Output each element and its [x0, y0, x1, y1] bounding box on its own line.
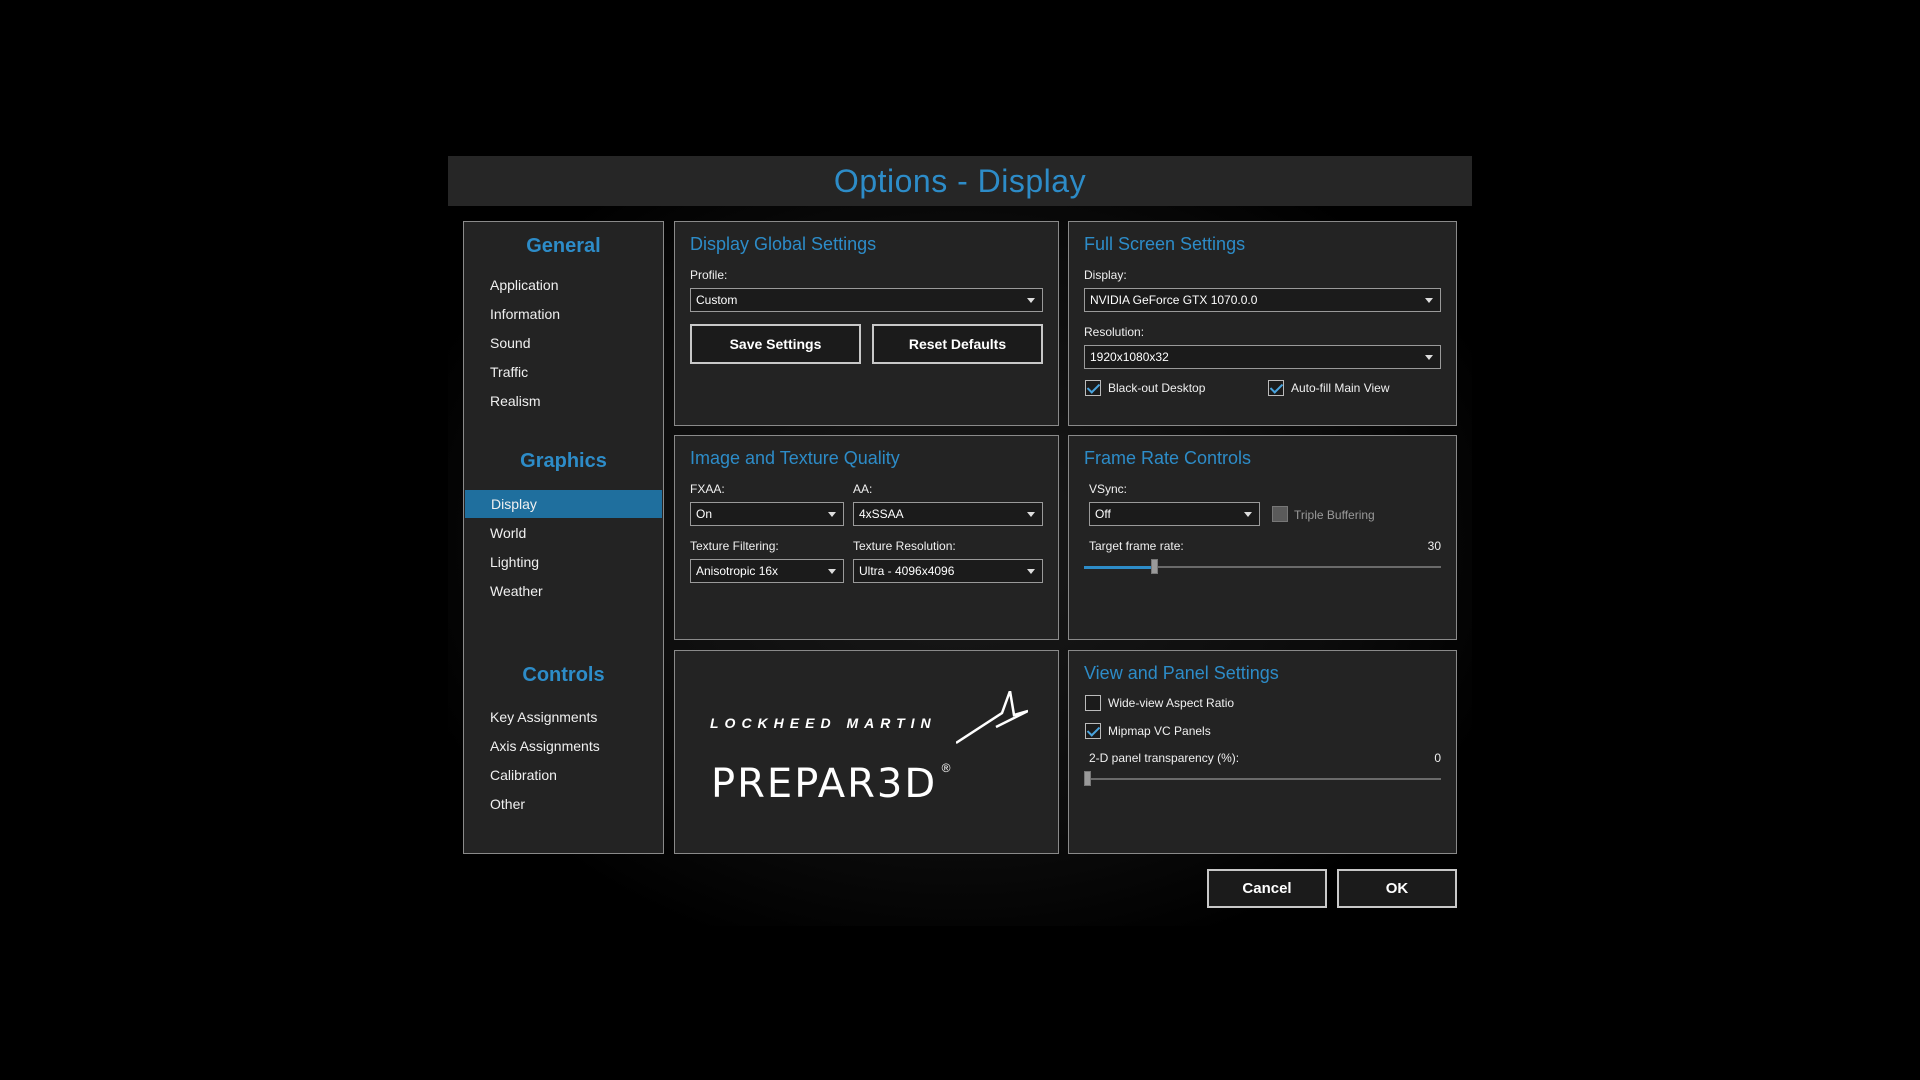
- mipmap-vc-panels-checkbox[interactable]: [1085, 723, 1101, 739]
- sidebar-item-sound[interactable]: Sound: [464, 329, 663, 357]
- chevron-down-icon: [1027, 512, 1035, 517]
- vsync-value: Off: [1095, 507, 1111, 521]
- logo-panel: LOCKHEED MARTIN PREPAR3D ®: [674, 650, 1059, 854]
- texture-filtering-value: Anisotropic 16x: [696, 564, 779, 578]
- frame-rate-panel: Frame Rate Controls VSync: Off Triple Bu…: [1068, 435, 1457, 640]
- save-settings-button[interactable]: Save Settings: [690, 324, 861, 364]
- sidebar-item-weather[interactable]: Weather: [464, 577, 663, 605]
- sidebar-item-key-assignments[interactable]: Key Assignments: [464, 703, 663, 731]
- sidebar-item-world[interactable]: World: [464, 519, 663, 547]
- panel-transparency-track: [1084, 778, 1441, 780]
- target-frame-rate-label: Target frame rate:: [1089, 539, 1184, 553]
- chevron-down-icon: [1027, 298, 1035, 303]
- aa-select[interactable]: 4xSSAA: [853, 502, 1043, 526]
- profile-select[interactable]: Custom: [690, 288, 1043, 312]
- sidebar-item-lighting[interactable]: Lighting: [464, 548, 663, 576]
- panel-title: Image and Texture Quality: [690, 448, 900, 468]
- display-label: Display:: [1084, 268, 1127, 282]
- target-frame-rate-value: 30: [1427, 539, 1441, 553]
- lockheed-martin-logo: LOCKHEED MARTIN: [710, 691, 1030, 746]
- star-icon: [956, 691, 1028, 745]
- resolution-label: Resolution:: [1084, 325, 1145, 339]
- cancel-button[interactable]: Cancel: [1207, 869, 1327, 908]
- sidebar-item-axis-assignments[interactable]: Axis Assignments: [464, 732, 663, 760]
- profile-value: Custom: [696, 293, 738, 307]
- resolution-value: 1920x1080x32: [1090, 350, 1169, 364]
- sidebar-heading-controls: Controls: [522, 664, 605, 686]
- sidebar-item-information[interactable]: Information: [464, 300, 663, 328]
- chevron-down-icon: [1425, 355, 1433, 360]
- reset-defaults-button[interactable]: Reset Defaults: [872, 324, 1043, 364]
- sidebar-heading-graphics: Graphics: [520, 450, 607, 472]
- panel-title: Display Global Settings: [690, 234, 877, 254]
- chevron-down-icon: [828, 569, 836, 574]
- mipmap-vc-panels-label: Mipmap VC Panels: [1108, 724, 1211, 738]
- fxaa-select[interactable]: On: [690, 502, 844, 526]
- chevron-down-icon: [1027, 569, 1035, 574]
- profile-label: Profile:: [690, 268, 728, 282]
- target-frame-rate-fill: [1084, 566, 1152, 569]
- image-texture-panel: Image and Texture Quality FXAA: On AA: 4…: [674, 435, 1059, 640]
- sidebar-item-realism[interactable]: Realism: [464, 387, 663, 415]
- panel-title: View and Panel Settings: [1084, 663, 1279, 683]
- wide-view-checkbox[interactable]: [1085, 695, 1101, 711]
- wide-view-label: Wide-view Aspect Ratio: [1108, 696, 1235, 710]
- full-screen-panel: Full Screen Settings Display: NVIDIA GeF…: [1068, 221, 1457, 426]
- target-frame-rate-slider-thumb[interactable]: [1151, 559, 1158, 574]
- fxaa-value: On: [696, 507, 713, 521]
- blackout-desktop-label: Black-out Desktop: [1108, 381, 1206, 395]
- panel-transparency-slider-thumb[interactable]: [1084, 771, 1091, 786]
- display-select[interactable]: NVIDIA GeForce GTX 1070.0.0: [1084, 288, 1441, 312]
- panel-title: Full Screen Settings: [1084, 234, 1246, 254]
- sidebar-item-display[interactable]: Display: [465, 490, 662, 518]
- registered-mark: ®: [941, 761, 951, 775]
- prepar3d-logo: PREPAR3D ®: [711, 761, 1031, 811]
- autofill-main-view-checkbox[interactable]: [1268, 380, 1284, 396]
- ok-button[interactable]: OK: [1337, 869, 1457, 908]
- aa-label: AA:: [853, 482, 873, 496]
- texture-filtering-label: Texture Filtering:: [690, 539, 779, 553]
- resolution-select[interactable]: 1920x1080x32: [1084, 345, 1441, 369]
- triple-buffering-label: Triple Buffering: [1294, 508, 1375, 522]
- panel-transparency-label: 2-D panel transparency (%):: [1089, 751, 1240, 765]
- vsync-select[interactable]: Off: [1089, 502, 1260, 526]
- chevron-down-icon: [1425, 298, 1433, 303]
- aa-value: 4xSSAA: [859, 507, 904, 521]
- display-value: NVIDIA GeForce GTX 1070.0.0: [1090, 293, 1258, 307]
- product-name: PREPAR3D: [711, 761, 938, 807]
- sidebar: General Application Information Sound Tr…: [463, 221, 664, 854]
- chevron-down-icon: [828, 512, 836, 517]
- panel-title: Frame Rate Controls: [1084, 448, 1252, 468]
- triple-buffering-checkbox[interactable]: [1272, 506, 1288, 522]
- texture-resolution-value: Ultra - 4096x4096: [859, 564, 955, 578]
- texture-resolution-select[interactable]: Ultra - 4096x4096: [853, 559, 1043, 583]
- texture-resolution-label: Texture Resolution:: [853, 539, 956, 553]
- autofill-main-view-label: Auto-fill Main View: [1291, 381, 1390, 395]
- panel-transparency-value: 0: [1434, 751, 1441, 765]
- sidebar-heading-general: General: [526, 235, 601, 257]
- fxaa-label: FXAA:: [690, 482, 725, 496]
- view-panel-settings: View and Panel Settings Wide-view Aspect…: [1068, 650, 1457, 854]
- window-title: Options - Display: [833, 162, 1087, 199]
- vsync-label: VSync:: [1089, 482, 1128, 496]
- sidebar-item-calibration[interactable]: Calibration: [464, 761, 663, 789]
- chevron-down-icon: [1244, 512, 1252, 517]
- options-dialog: Options - Display General Application In…: [448, 156, 1472, 926]
- display-global-panel: Display Global Settings Profile: Custom …: [674, 221, 1059, 426]
- blackout-desktop-checkbox[interactable]: [1085, 380, 1101, 396]
- sidebar-item-application[interactable]: Application: [464, 271, 663, 299]
- company-name: LOCKHEED MARTIN: [710, 715, 937, 731]
- texture-filtering-select[interactable]: Anisotropic 16x: [690, 559, 844, 583]
- sidebar-item-other[interactable]: Other: [464, 790, 663, 818]
- sidebar-item-traffic[interactable]: Traffic: [464, 358, 663, 386]
- title-bar: Options - Display: [448, 156, 1472, 206]
